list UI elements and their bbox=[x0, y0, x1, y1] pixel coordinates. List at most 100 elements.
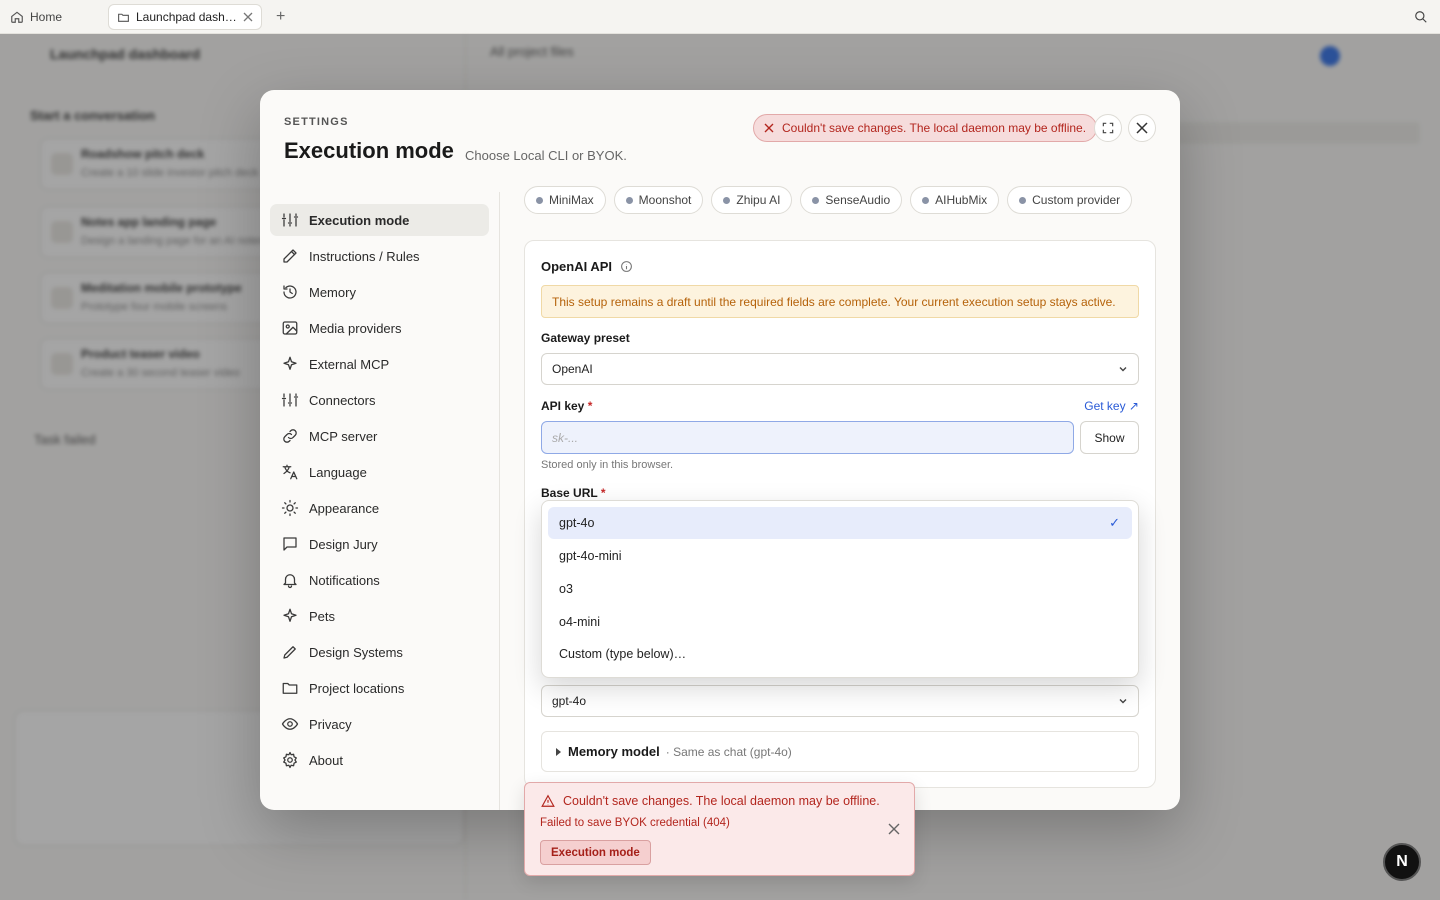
provider-chip-label: Custom provider bbox=[1032, 193, 1121, 207]
sidebar-item-appearance[interactable]: Appearance bbox=[270, 492, 489, 524]
model-value: gpt-4o bbox=[552, 694, 587, 708]
search-icon[interactable] bbox=[1414, 10, 1428, 24]
close-icon[interactable] bbox=[888, 823, 900, 835]
provider-chip[interactable]: AIHubMix bbox=[910, 186, 1000, 214]
close-icon bbox=[764, 123, 774, 133]
provider-chip-label: AIHubMix bbox=[935, 193, 988, 207]
model-option[interactable]: o3 bbox=[548, 573, 1132, 605]
sidebar-item-label: External MCP bbox=[309, 356, 390, 372]
modal-title: Execution mode bbox=[284, 138, 454, 163]
settings-sidebar: Execution mode Instructions / Rules Memory… bbox=[260, 192, 500, 810]
model-option[interactable]: gpt-4o-mini bbox=[548, 540, 1132, 572]
sidebar-item-label: About bbox=[309, 752, 343, 768]
status-dot bbox=[1019, 196, 1027, 204]
home-tab[interactable]: Home bbox=[10, 10, 62, 24]
link-icon bbox=[283, 429, 297, 443]
sliders-icon bbox=[281, 213, 299, 227]
provider-chip[interactable]: MiniMax bbox=[524, 186, 606, 214]
info-icon[interactable] bbox=[620, 260, 633, 273]
browser-top-bar: Home Launchpad dash… + bbox=[0, 0, 1440, 34]
sidebar-item-design-jury[interactable]: Design Jury bbox=[270, 528, 489, 560]
new-tab-button[interactable]: + bbox=[276, 8, 285, 26]
close-modal-button[interactable] bbox=[1128, 114, 1156, 142]
status-dot bbox=[812, 196, 820, 204]
model-select[interactable]: gpt-4o bbox=[541, 685, 1139, 717]
sidebar-item-project-locations[interactable]: Project locations bbox=[270, 672, 489, 704]
toast-action-button[interactable]: Execution mode bbox=[540, 840, 651, 865]
tab-label: Launchpad dash… bbox=[136, 10, 237, 24]
tab-launchpad[interactable]: Launchpad dash… bbox=[108, 4, 262, 30]
toast-title-text: Couldn't save changes. The local daemon … bbox=[563, 794, 880, 808]
draft-warning: This setup remains a draft until the req… bbox=[541, 285, 1139, 318]
sidebar-item-notifications[interactable]: Notifications bbox=[270, 564, 489, 596]
status-dot bbox=[625, 196, 633, 204]
sidebar-item-external-mcp[interactable]: External MCP bbox=[270, 348, 489, 380]
provider-chip[interactable]: Moonshot bbox=[613, 186, 704, 214]
gateway-value: OpenAI bbox=[552, 362, 593, 376]
sidebar-item-label: MCP server bbox=[309, 428, 378, 444]
show-key-button[interactable]: Show bbox=[1080, 421, 1139, 454]
sun-icon bbox=[281, 499, 299, 517]
chevron-down-icon bbox=[1119, 699, 1127, 704]
memory-model-disclosure[interactable]: Memory model · Same as chat (gpt-4o) bbox=[541, 731, 1139, 772]
sidebar-item-label: Pets bbox=[309, 608, 336, 624]
warning-icon bbox=[541, 794, 555, 807]
sidebar-item-label: Execution mode bbox=[309, 212, 410, 228]
gear-icon bbox=[283, 751, 297, 769]
sidebar-item-about[interactable]: About bbox=[270, 744, 489, 776]
model-option[interactable]: Custom (type below)… bbox=[548, 638, 1132, 670]
sidebar-item-label: Design Jury bbox=[309, 536, 378, 552]
sidebar-item-pets[interactable]: Pets bbox=[270, 600, 489, 632]
status-dot bbox=[922, 196, 930, 204]
sidebar-item-mcp-server[interactable]: MCP server bbox=[270, 420, 489, 452]
get-key-link[interactable]: Get key ↗ bbox=[1084, 399, 1139, 413]
provider-chip-label: Moonshot bbox=[638, 193, 692, 207]
apikey-label: API key * bbox=[541, 399, 593, 413]
sidebar-item-memory[interactable]: Memory bbox=[270, 276, 489, 308]
sidebar-item-label: Design Systems bbox=[309, 644, 403, 660]
check-icon: ✓ bbox=[1109, 515, 1120, 530]
model-option-label: Custom (type below)… bbox=[559, 647, 687, 661]
eye-icon bbox=[281, 718, 299, 730]
sidebar-item-media-providers[interactable]: Media providers bbox=[270, 312, 489, 344]
fullscreen-button[interactable] bbox=[1094, 114, 1122, 142]
toast-title: Couldn't save changes. The local daemon … bbox=[541, 794, 880, 808]
provider-chip[interactable]: Custom provider bbox=[1007, 186, 1133, 214]
status-dot bbox=[723, 196, 731, 204]
sidebar-item-instructions-rules[interactable]: Instructions / Rules bbox=[270, 240, 489, 272]
translate-icon bbox=[282, 464, 298, 480]
home-icon bbox=[11, 11, 23, 23]
edit-icon bbox=[283, 249, 297, 263]
model-option[interactable]: gpt-4o ✓ bbox=[548, 507, 1132, 539]
settings-main: MiniMax Moonshot Zhipu AI SenseAudio AIHubMi… bbox=[500, 186, 1180, 810]
app-badge[interactable]: N bbox=[1383, 843, 1421, 881]
gateway-select[interactable]: OpenAI bbox=[541, 353, 1139, 385]
sidebar-item-label: Connectors bbox=[309, 392, 376, 408]
model-option-label: gpt-4o-mini bbox=[559, 549, 622, 563]
error-pill: Couldn't save changes. The local daemon … bbox=[753, 114, 1098, 142]
sparkle-icon bbox=[283, 608, 297, 622]
provider-chip[interactable]: SenseAudio bbox=[800, 186, 903, 214]
sidebar-item-label: Language bbox=[309, 464, 367, 480]
api-key-input[interactable]: sk-... bbox=[541, 421, 1074, 454]
provider-chip-label: Zhipu AI bbox=[736, 193, 781, 207]
model-option-label: gpt-4o bbox=[559, 516, 595, 530]
sidebar-item-privacy[interactable]: Privacy bbox=[270, 708, 489, 740]
sparkle-icon bbox=[283, 356, 297, 370]
sidebar-item-design-systems[interactable]: Design Systems bbox=[270, 636, 489, 668]
bell-icon bbox=[283, 574, 297, 589]
card-title: OpenAI API bbox=[541, 259, 633, 274]
gateway-label: Gateway preset bbox=[541, 331, 630, 345]
modal-subtitle: Choose Local CLI or BYOK. bbox=[465, 148, 627, 163]
sidebar-item-label: Media providers bbox=[309, 320, 402, 336]
close-tab-icon[interactable] bbox=[243, 12, 253, 22]
sidebar-item-execution-mode[interactable]: Execution mode bbox=[270, 204, 489, 236]
chevron-down-icon bbox=[1119, 367, 1127, 372]
model-option-label: o3 bbox=[559, 582, 573, 596]
sidebar-item-connectors[interactable]: Connectors bbox=[270, 384, 489, 416]
image-icon bbox=[282, 321, 298, 335]
provider-chip[interactable]: Zhipu AI bbox=[711, 186, 793, 214]
status-dot bbox=[536, 196, 543, 204]
sidebar-item-language[interactable]: Language bbox=[270, 456, 489, 488]
model-option[interactable]: o4-mini bbox=[548, 606, 1132, 638]
